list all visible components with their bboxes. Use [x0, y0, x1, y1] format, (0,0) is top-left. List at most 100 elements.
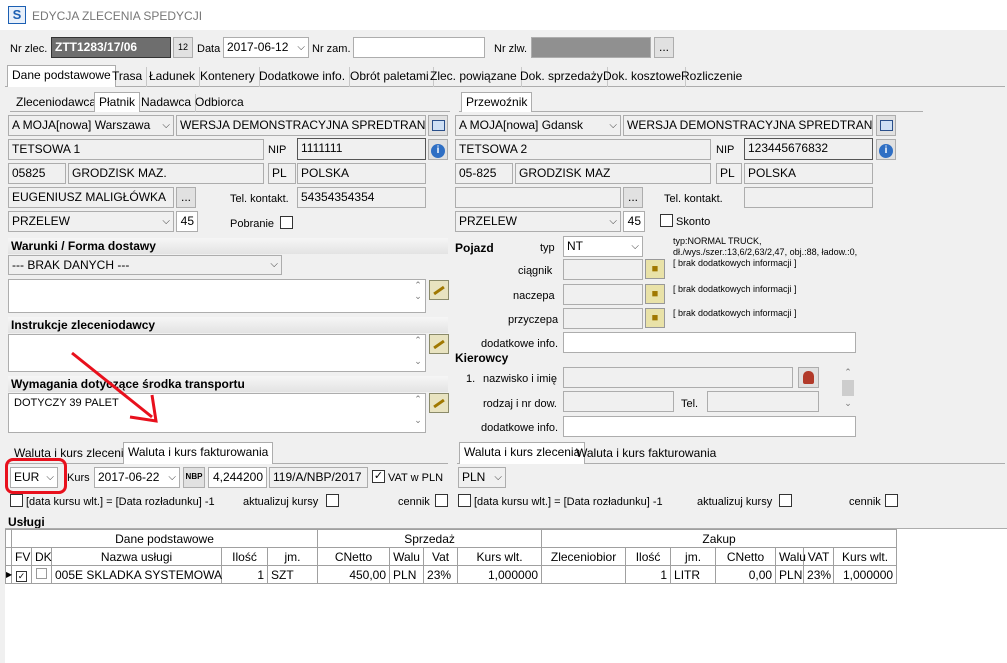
- left-full-name-field[interactable]: WERSJA DEMONSTRACYJNA SPREDTRANS SQL: [176, 115, 426, 136]
- right-contact-field[interactable]: [455, 187, 621, 208]
- data-kursu-checkbox-right[interactable]: [458, 494, 471, 507]
- instrukcje-edit-button[interactable]: [429, 334, 449, 354]
- tab-dok-kosztowe[interactable]: Dok. kosztowe: [599, 67, 687, 87]
- left-tel-field[interactable]: 54354354354: [297, 187, 426, 208]
- pojazd-dodatkowe-field[interactable]: [563, 332, 856, 353]
- left-contact-ellipsis-button[interactable]: ...: [176, 187, 196, 208]
- col-header[interactable]: DK: [31, 547, 52, 566]
- warunki-edit-button[interactable]: [429, 280, 449, 300]
- nbp-button[interactable]: NBP: [183, 467, 205, 488]
- col-header[interactable]: Kurs wlt.: [833, 547, 898, 566]
- nr-zlec-field[interactable]: ZTT1283/17/06: [51, 37, 171, 58]
- vat-w-pln-checkbox[interactable]: ✓: [372, 470, 385, 483]
- cell-ilosc-zakup[interactable]: 1: [625, 565, 672, 584]
- left-contact-field[interactable]: EUGENIUSZ MALIGŁÓWKA: [8, 187, 174, 208]
- cell-waluta[interactable]: PLN: [389, 565, 425, 584]
- przyczepa-field[interactable]: [563, 308, 643, 329]
- data-kursu-checkbox-left[interactable]: [10, 494, 23, 507]
- aktualizuj-checkbox-left[interactable]: [326, 494, 339, 507]
- col-header[interactable]: jm.: [670, 547, 717, 566]
- tab-dane-podstawowe[interactable]: Dane podstawowe: [7, 65, 116, 87]
- nr-zam-input[interactable]: [353, 37, 485, 58]
- right-street-field[interactable]: TETSOWA 2: [455, 139, 711, 160]
- tab-waluta-fakturowania-right[interactable]: Waluta i kurs fakturowania: [572, 444, 720, 464]
- kierowca-tel-field[interactable]: [707, 391, 819, 412]
- tab-odbiorca[interactable]: Odbiorca: [191, 94, 248, 112]
- warunki-select[interactable]: --- BRAK DANYCH --- ⌵: [8, 255, 282, 275]
- col-header[interactable]: Walu: [775, 547, 806, 566]
- nr-zlec-picker-button[interactable]: 12: [173, 37, 193, 58]
- typ-select[interactable]: NT ⌵: [563, 236, 643, 257]
- col-header[interactable]: Ilość: [625, 547, 672, 566]
- waluta-right-currency-select[interactable]: PLN ⌵: [458, 467, 506, 488]
- col-header[interactable]: FV: [11, 547, 32, 566]
- kierowca-person-button[interactable]: [798, 367, 819, 388]
- tab-nadawca[interactable]: Nadawca: [137, 94, 197, 112]
- ciagnik-truck-button[interactable]: ■: [645, 259, 665, 279]
- dk-checkbox[interactable]: [36, 567, 47, 579]
- right-days-field[interactable]: 45: [623, 211, 645, 232]
- tab-waluta-fakturowania-left[interactable]: Waluta i kurs fakturowania: [123, 442, 274, 464]
- right-tel-field[interactable]: [744, 187, 873, 208]
- wymagania-edit-button[interactable]: [429, 393, 449, 413]
- right-info-button[interactable]: i: [876, 139, 896, 160]
- col-header[interactable]: Vat: [423, 547, 459, 566]
- cell-waluta-zakup[interactable]: PLN: [775, 565, 805, 584]
- kurs-rate-field[interactable]: 4,244200: [208, 467, 267, 488]
- przyczepa-truck-button[interactable]: ■: [645, 308, 665, 328]
- dk-cell[interactable]: [31, 565, 52, 584]
- nr-zlw-field[interactable]: [531, 37, 651, 58]
- cell-cnetto-zakup[interactable]: 0,00: [715, 565, 777, 584]
- kierowcy-scrollbar[interactable]: ⌃ ⌄: [841, 367, 855, 413]
- tab-ladunek[interactable]: Ładunek: [145, 67, 201, 87]
- tab-kontenery[interactable]: Kontenery: [196, 67, 260, 87]
- col-header[interactable]: Ilość: [221, 547, 268, 566]
- col-header[interactable]: Walu: [389, 547, 425, 566]
- left-short-name-select[interactable]: A MOJA[nowa] Warszawa ⌵: [8, 115, 174, 136]
- col-header[interactable]: Kurs wlt.: [457, 547, 543, 566]
- right-nip-field[interactable]: 123445676832: [744, 138, 873, 160]
- kurs-table-field[interactable]: 119/A/NBP/2017: [269, 467, 368, 488]
- tab-trasa[interactable]: Trasa: [108, 67, 148, 87]
- skonto-checkbox[interactable]: [660, 214, 673, 227]
- tab-platnik[interactable]: Płatnik: [94, 92, 141, 112]
- naczepa-field[interactable]: [563, 284, 643, 305]
- right-short-name-select[interactable]: A MOJA[nowa] Gdansk ⌵: [455, 115, 621, 136]
- memo-scrollbar[interactable]: ⌃ ⌄: [411, 335, 425, 371]
- right-postal-field[interactable]: 05-825: [455, 163, 513, 184]
- tab-zleceniodawca[interactable]: Zleceniodawca: [12, 94, 102, 112]
- right-city-field[interactable]: GRODZISK MAZ: [515, 163, 711, 184]
- left-country-code-field[interactable]: PL: [268, 163, 296, 184]
- left-street-field[interactable]: TETSOWA 1: [8, 139, 264, 160]
- right-address-book-button[interactable]: [876, 115, 896, 136]
- left-info-button[interactable]: i: [428, 139, 448, 160]
- pobranie-checkbox[interactable]: [280, 216, 293, 229]
- kurs-date-select[interactable]: 2017-06-22 ⌵: [94, 467, 180, 488]
- memo-scrollbar[interactable]: ⌃ ⌄: [411, 280, 425, 312]
- col-header[interactable]: CNetto: [317, 547, 391, 566]
- kierowca-name-field[interactable]: [563, 367, 793, 388]
- left-days-field[interactable]: 45: [176, 211, 198, 232]
- cell-kurs[interactable]: 1,000000: [457, 565, 543, 584]
- aktualizuj-checkbox-right[interactable]: [779, 494, 792, 507]
- tab-waluta-zlecenia-right[interactable]: Waluta i kurs zlecenia: [459, 442, 586, 464]
- col-header[interactable]: Zleceniobior: [541, 547, 627, 566]
- right-contact-ellipsis-button[interactable]: ...: [623, 187, 643, 208]
- fv-checkbox[interactable]: ✓: [16, 570, 27, 582]
- table-row[interactable]: ▶ ✓ 005E SKLADKA SYSTEMOWA 1 SZT 450,00 …: [5, 565, 898, 584]
- data-date-field[interactable]: 2017-06-12 ⌵: [223, 37, 309, 58]
- cell-vat-zakup[interactable]: 23%: [803, 565, 835, 584]
- naczepa-truck-button[interactable]: ■: [645, 284, 665, 304]
- fv-cell[interactable]: ✓: [11, 565, 32, 584]
- cell-ilosc[interactable]: 1: [221, 565, 268, 584]
- cennik-checkbox-right[interactable]: [885, 494, 898, 507]
- warunki-memo[interactable]: ⌃ ⌄: [8, 279, 426, 313]
- tab-zlec-powiazane[interactable]: Zlec. powiązane: [426, 67, 522, 87]
- nr-zlw-ellipsis-button[interactable]: ...: [654, 37, 674, 58]
- kierowca-doc-field[interactable]: [563, 391, 674, 412]
- col-header[interactable]: jm.: [266, 547, 319, 566]
- right-payment-select[interactable]: PRZELEW ⌵: [455, 211, 621, 232]
- cell-zleceniobiorca[interactable]: [541, 565, 627, 584]
- cell-kurs-zakup[interactable]: 1,000000: [833, 565, 898, 584]
- cell-jm[interactable]: SZT: [266, 565, 319, 584]
